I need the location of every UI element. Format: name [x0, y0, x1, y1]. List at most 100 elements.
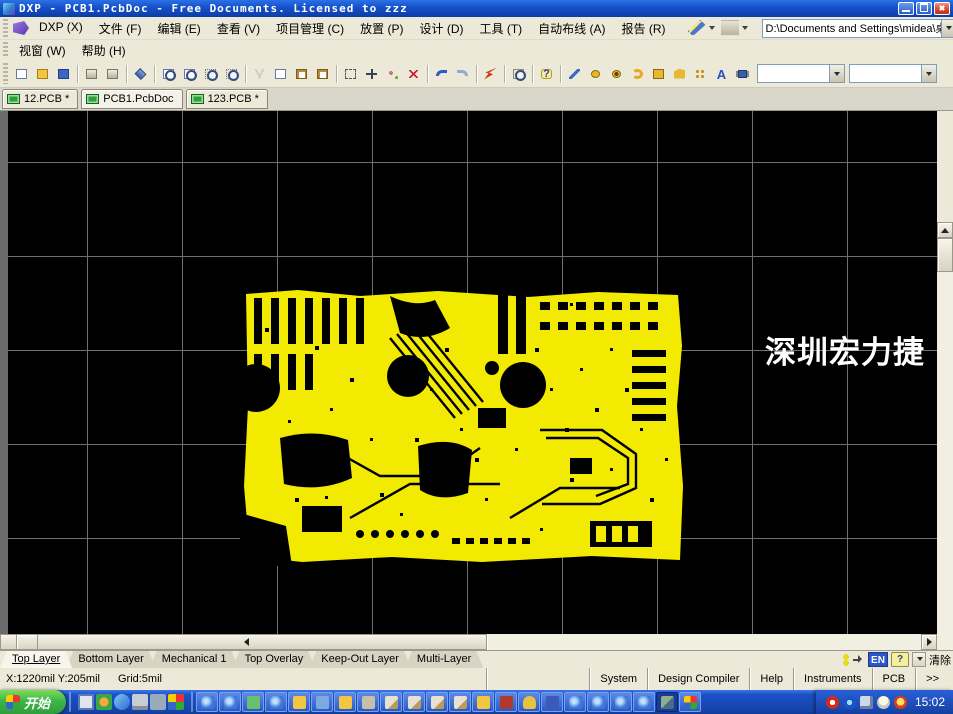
task-button-folder-open[interactable] — [334, 692, 356, 712]
browse-layers-icon[interactable] — [131, 65, 150, 83]
horizontal-scrollbar[interactable] — [0, 634, 937, 650]
print-icon[interactable] — [82, 65, 101, 83]
internet-explorer-icon[interactable] — [150, 694, 166, 710]
print-preview-icon[interactable] — [103, 65, 122, 83]
print-dropdown[interactable] — [721, 20, 748, 36]
task-button-books[interactable] — [495, 692, 517, 712]
task-button-protel[interactable] — [426, 692, 448, 712]
task-button-ie[interactable] — [219, 692, 241, 712]
panel-button-0[interactable]: System — [589, 668, 647, 690]
scroll-up-button[interactable] — [937, 222, 953, 238]
task-button-ie[interactable] — [610, 692, 632, 712]
zoom-selection-icon[interactable] — [201, 65, 220, 83]
horizontal-scroll-thumb[interactable] — [16, 634, 38, 650]
bulb-red-icon[interactable] — [894, 696, 907, 709]
place-string-icon[interactable] — [712, 65, 731, 83]
interactive-routing-icon[interactable] — [481, 65, 500, 83]
layer-tab-0[interactable]: Top Layer — [0, 651, 72, 668]
task-button-acdsee[interactable] — [656, 692, 678, 712]
document-tab-1[interactable]: PCB1.PcbDoc — [81, 89, 182, 109]
clear-filter-icon[interactable] — [404, 65, 423, 83]
toolbar-combo-1[interactable] — [757, 64, 845, 83]
menu-item-4[interactable]: 项目管理 (C) — [268, 18, 352, 39]
task-button-wordpad[interactable] — [311, 692, 333, 712]
scroll-right-button[interactable] — [921, 634, 937, 650]
msn-explorer-icon[interactable] — [114, 694, 130, 710]
fit-document-icon[interactable] — [159, 65, 178, 83]
zoom-pointer-icon[interactable] — [222, 65, 241, 83]
menu-item-7[interactable]: 工具 (T) — [472, 18, 531, 39]
toolbar-combo-2[interactable] — [849, 64, 937, 83]
close-button[interactable] — [934, 2, 950, 15]
panel-button-4[interactable]: PCB — [872, 668, 916, 690]
menu-item-5[interactable]: 放置 (P) — [352, 18, 411, 39]
layer-tab-5[interactable]: Multi-Layer — [405, 651, 483, 668]
fit-area-icon[interactable] — [180, 65, 199, 83]
document-tab-0[interactable]: 12.PCB * — [2, 89, 78, 109]
address-combobox[interactable]: D:\Documents and Settings\midea\桌面 — [762, 19, 953, 38]
menu-item-3[interactable]: 查看 (V) — [209, 18, 268, 39]
task-button-ie[interactable] — [265, 692, 287, 712]
task-button-ie[interactable] — [196, 692, 218, 712]
save-document-icon[interactable] — [54, 65, 73, 83]
network-icon[interactable] — [860, 696, 873, 709]
panel-button-2[interactable]: Help — [749, 668, 793, 690]
apply-selection-icon[interactable] — [383, 65, 402, 83]
panel-button-1[interactable]: Design Compiler — [647, 668, 749, 690]
paste-icon[interactable] — [292, 65, 311, 83]
menu-item-0[interactable]: DXP (X) — [31, 18, 91, 39]
layer-tab-4[interactable]: Keep-Out Layer — [309, 651, 411, 668]
task-button-paint[interactable] — [357, 692, 379, 712]
address-dropdown-button[interactable] — [941, 20, 953, 37]
task-button-protel[interactable] — [380, 692, 402, 712]
task-button-folder[interactable] — [288, 692, 310, 712]
toolbar-grip[interactable] — [3, 63, 8, 85]
paste-array-icon[interactable] — [313, 65, 332, 83]
windows-media-player-icon[interactable] — [96, 694, 112, 710]
start-button[interactable]: 开始 — [0, 690, 66, 714]
menu-item-8[interactable]: 自动布线 (A) — [530, 18, 613, 39]
show-desktop-icon[interactable] — [78, 694, 94, 710]
dxp-menu-icon[interactable] — [13, 21, 29, 35]
redo-icon[interactable] — [453, 65, 472, 83]
task-button-notebook[interactable] — [541, 692, 563, 712]
language-help-button[interactable]: ? — [891, 652, 909, 667]
task-button-hardhat[interactable] — [518, 692, 540, 712]
task-button-ie[interactable] — [587, 692, 609, 712]
restore-button[interactable] — [916, 2, 932, 15]
copy-icon[interactable] — [271, 65, 290, 83]
volume-muted-icon[interactable] — [826, 696, 839, 709]
place-polygon-icon[interactable] — [670, 65, 689, 83]
toolbar-grip[interactable] — [3, 19, 8, 37]
minimize-button[interactable] — [898, 2, 914, 15]
select-area-icon[interactable] — [341, 65, 360, 83]
layer-tab-3[interactable]: Top Overlay — [233, 651, 316, 668]
task-button-folder[interactable] — [472, 692, 494, 712]
cut-icon[interactable] — [250, 65, 269, 83]
filter-icon[interactable] — [853, 655, 865, 665]
layer-tab-1[interactable]: Bottom Layer — [66, 651, 155, 668]
place-paste-array-icon[interactable] — [691, 65, 710, 83]
place-via-icon[interactable] — [607, 65, 626, 83]
find-text-icon[interactable] — [509, 65, 528, 83]
place-component-icon[interactable] — [733, 65, 752, 83]
task-button-windows-update[interactable] — [679, 692, 701, 712]
windows-update-icon[interactable] — [168, 694, 184, 710]
layer-tab-2[interactable]: Mechanical 1 — [150, 651, 239, 668]
language-options-button[interactable] — [912, 652, 926, 667]
menu-item2-1[interactable]: 帮助 (H) — [74, 40, 134, 61]
menu-item2-0[interactable]: 视窗 (W) — [11, 40, 74, 61]
menu-item-6[interactable]: 设计 (D) — [412, 18, 472, 39]
move-selection-icon[interactable] — [362, 65, 381, 83]
new-document-icon[interactable] — [12, 65, 31, 83]
bulb-icon[interactable] — [877, 696, 890, 709]
place-line-icon[interactable] — [565, 65, 584, 83]
place-arc-icon[interactable] — [628, 65, 647, 83]
panel-button-3[interactable]: Instruments — [793, 668, 871, 690]
task-button-ie[interactable] — [564, 692, 586, 712]
clear-button[interactable]: 清除 — [929, 652, 951, 668]
menu-item-1[interactable]: 文件 (F) — [91, 18, 150, 39]
audio-manager-icon[interactable] — [843, 696, 856, 709]
task-button-protel[interactable] — [403, 692, 425, 712]
scroll-left-button[interactable] — [0, 634, 487, 650]
